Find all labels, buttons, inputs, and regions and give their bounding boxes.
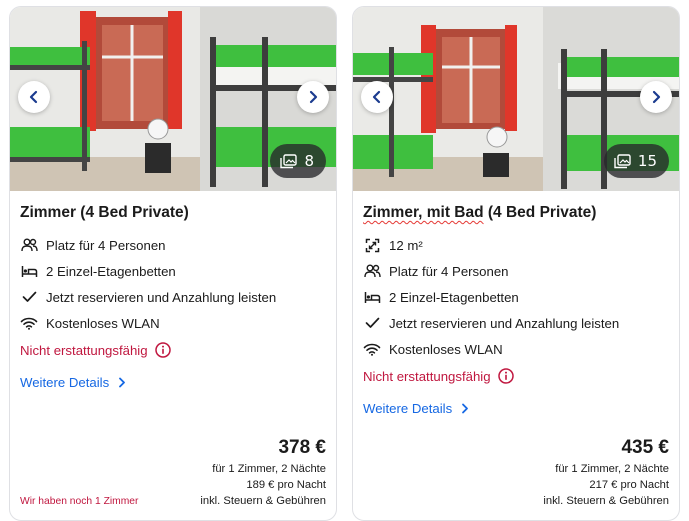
price-stay-info: für 1 Zimmer, 2 Nächte bbox=[212, 463, 326, 475]
chevron-right-icon bbox=[118, 377, 126, 388]
total-price: 435 € bbox=[621, 437, 669, 458]
price-taxes-note: inkl. Steuern & Gebühren bbox=[200, 495, 326, 507]
nonrefundable-notice: Nicht erstattungsfähig bbox=[20, 337, 326, 363]
people-icon bbox=[20, 236, 38, 254]
chevron-right-icon bbox=[652, 90, 661, 104]
feature-beds: 2 Einzel-Etagenbetten bbox=[363, 284, 669, 310]
next-photo-button[interactable] bbox=[297, 81, 329, 113]
previous-photo-button[interactable] bbox=[18, 81, 50, 113]
people-icon bbox=[363, 262, 381, 280]
room-title: Zimmer (4 Bed Private) bbox=[20, 204, 189, 221]
nonrefundable-notice: Nicht erstattungsfähig bbox=[363, 363, 669, 389]
chevron-right-icon bbox=[309, 90, 318, 104]
price-stay-info: für 1 Zimmer, 2 Nächte bbox=[555, 463, 669, 475]
more-details-link[interactable]: Weitere Details bbox=[20, 372, 326, 392]
photo-count-badge[interactable]: 15 bbox=[603, 144, 669, 178]
bed-icon bbox=[363, 288, 381, 306]
feature-reserve: Jetzt reservieren und Anzahlung leisten bbox=[363, 310, 669, 336]
gallery-icon bbox=[614, 153, 631, 168]
photo-count: 8 bbox=[304, 152, 314, 170]
photo-count: 15 bbox=[637, 152, 657, 170]
next-photo-button[interactable] bbox=[640, 81, 672, 113]
feature-capacity: Platz für 4 Personen bbox=[363, 258, 669, 284]
price-taxes-note: inkl. Steuern & Gebühren bbox=[543, 495, 669, 507]
feature-beds: 2 Einzel-Etagenbetten bbox=[20, 258, 326, 284]
feature-area: 12 m² bbox=[363, 232, 669, 258]
rooms-left-notice: Wir haben noch 1 Zimmer bbox=[20, 496, 139, 507]
feature-reserve: Jetzt reservieren und Anzahlung leisten bbox=[20, 284, 326, 310]
info-icon[interactable] bbox=[154, 342, 171, 358]
wifi-icon bbox=[363, 340, 381, 358]
gallery-icon bbox=[280, 153, 298, 168]
price-per-night: 217 € pro Nacht bbox=[589, 479, 669, 491]
chevron-left-icon bbox=[372, 90, 381, 104]
room-card-with-bath[interactable]: 15 Zimmer, mit Bad (4 Bed Private) 12 m²… bbox=[352, 6, 680, 521]
check-icon bbox=[363, 314, 381, 332]
area-icon bbox=[363, 236, 381, 254]
price-summary: 435 € für 1 Zimmer, 2 Nächte 217 € pro N… bbox=[543, 435, 669, 509]
chevron-right-icon bbox=[461, 403, 469, 414]
room-card-4-bed-private[interactable]: 8 Zimmer (4 Bed Private) Platz für 4 Per… bbox=[9, 6, 337, 521]
total-price: 378 € bbox=[278, 437, 326, 458]
room-title: Zimmer, mit Bad (4 Bed Private) bbox=[363, 204, 597, 221]
more-details-link[interactable]: Weitere Details bbox=[363, 398, 669, 418]
feature-capacity: Platz für 4 Personen bbox=[20, 232, 326, 258]
previous-photo-button[interactable] bbox=[361, 81, 393, 113]
feature-wifi: Kostenloses WLAN bbox=[363, 336, 669, 362]
chevron-left-icon bbox=[29, 90, 38, 104]
wifi-icon bbox=[20, 314, 38, 332]
photo-count-badge[interactable]: 8 bbox=[270, 144, 326, 178]
bed-icon bbox=[20, 262, 38, 280]
price-per-night: 189 € pro Nacht bbox=[246, 479, 326, 491]
check-icon bbox=[20, 288, 38, 306]
price-summary: 378 € für 1 Zimmer, 2 Nächte 189 € pro N… bbox=[200, 435, 326, 509]
info-icon[interactable] bbox=[497, 368, 514, 384]
feature-wifi: Kostenloses WLAN bbox=[20, 310, 326, 336]
